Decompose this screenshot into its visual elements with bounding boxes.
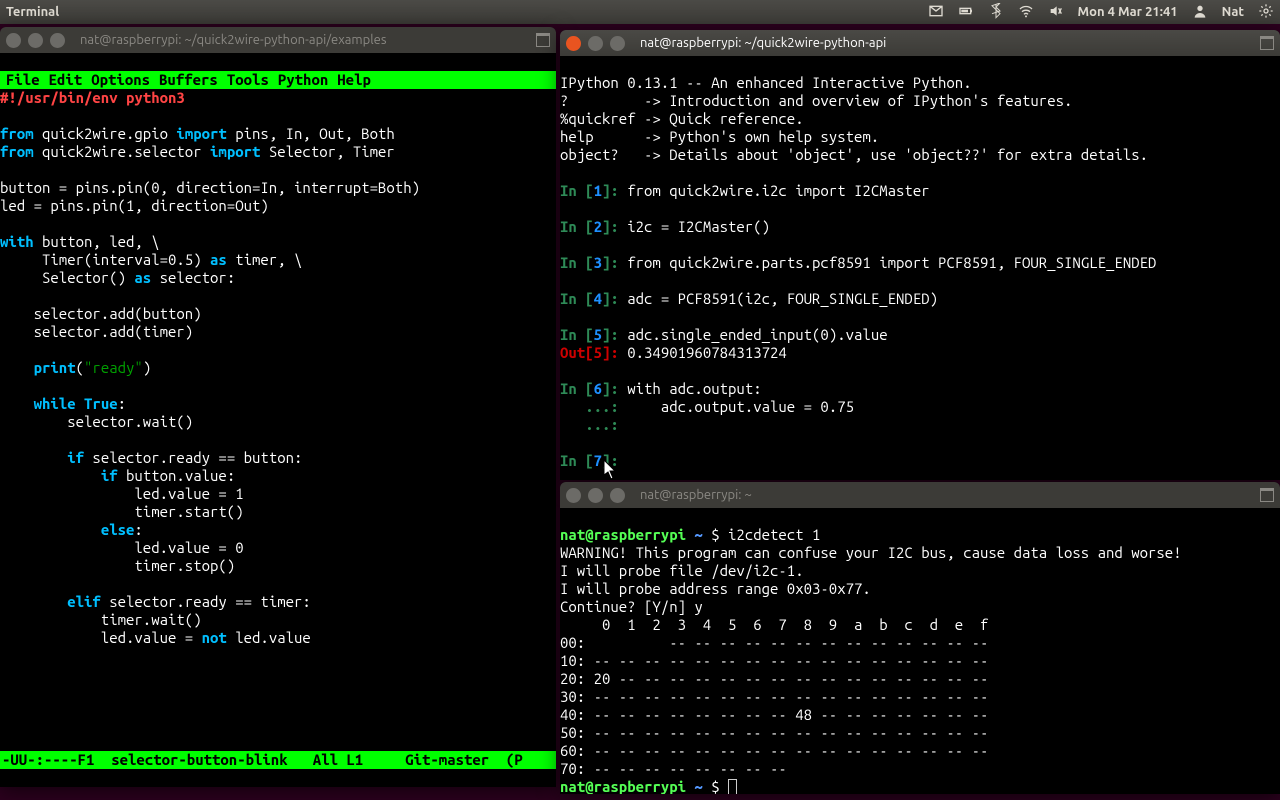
emacs-buffer[interactable]: FileEditOptionsBuffersToolsPythonHelp#!/… [0,53,556,787]
code-shebang: #!/usr/bin/env python3 [0,89,185,106]
volume-icon[interactable] [1048,3,1064,22]
titlebar-shell[interactable]: nat@raspberrypi: ~ [560,482,1280,508]
panel-tray: Mon 4 Mar 21:41 Nat [928,3,1274,22]
window-restore-icon[interactable] [536,33,550,47]
top-panel: Terminal Mon 4 Mar 21:41 Nat [0,0,1280,24]
titlebar-ipython[interactable]: nat@raspberrypi: ~/quick2wire-python-api [560,30,1280,56]
window-title: nat@raspberrypi: ~/quick2wire-python-api [640,36,886,50]
emacs-menu-file[interactable]: File [2,71,44,89]
wifi-icon[interactable] [1018,3,1034,22]
emacs-menubar[interactable]: FileEditOptionsBuffersToolsPythonHelp [0,71,556,89]
user-icon[interactable] [1192,3,1208,22]
panel-clock[interactable]: Mon 4 Mar 21:41 [1078,5,1178,19]
window-title: nat@raspberrypi: ~/quick2wire-python-api… [80,33,386,47]
minimize-icon[interactable] [588,488,603,503]
shell-buffer[interactable]: nat@raspberrypi ~ $ i2cdetect 1 WARNING!… [560,508,1280,794]
minimize-icon[interactable] [588,36,603,51]
shell-cmd: i2cdetect 1 [728,526,820,543]
window-shell[interactable]: nat@raspberrypi: ~ nat@raspberrypi ~ $ i… [560,482,1280,794]
window-restore-icon[interactable] [1260,36,1274,50]
emacs-menu-python[interactable]: Python [274,71,332,89]
emacs-menu-help[interactable]: Help [333,71,375,89]
emacs-menu-buffers[interactable]: Buffers [155,71,222,89]
cursor [728,779,737,794]
ipython-buffer[interactable]: IPython 0.13.1 -- An enhanced Interactiv… [560,56,1280,480]
emacs-menu-edit[interactable]: Edit [45,71,87,89]
panel-app-title: Terminal [6,5,928,19]
battery-icon[interactable] [958,3,974,22]
mail-icon[interactable] [928,3,944,22]
titlebar-emacs[interactable]: nat@raspberrypi: ~/quick2wire-python-api… [0,27,556,53]
emacs-modeline: -UU-:----F1 selector-button-blink All L1… [0,751,556,769]
close-icon[interactable] [566,36,581,51]
emacs-menu-options[interactable]: Options [87,71,154,89]
maximize-icon[interactable] [610,36,625,51]
close-icon[interactable] [6,33,21,48]
emacs-menu-tools[interactable]: Tools [223,71,273,89]
maximize-icon[interactable] [50,33,65,48]
panel-user[interactable]: Nat [1222,5,1244,19]
minimize-icon[interactable] [28,33,43,48]
window-ipython[interactable]: nat@raspberrypi: ~/quick2wire-python-api… [560,30,1280,480]
window-emacs[interactable]: nat@raspberrypi: ~/quick2wire-python-api… [0,27,556,787]
close-icon[interactable] [566,488,581,503]
window-title: nat@raspberrypi: ~ [640,488,752,502]
window-restore-icon[interactable] [1260,488,1274,502]
bluetooth-icon[interactable] [988,3,1004,22]
ipy-banner: IPython 0.13.1 -- An enhanced Interactiv… [560,74,972,91]
maximize-icon[interactable] [610,488,625,503]
gear-icon[interactable] [1258,3,1274,22]
